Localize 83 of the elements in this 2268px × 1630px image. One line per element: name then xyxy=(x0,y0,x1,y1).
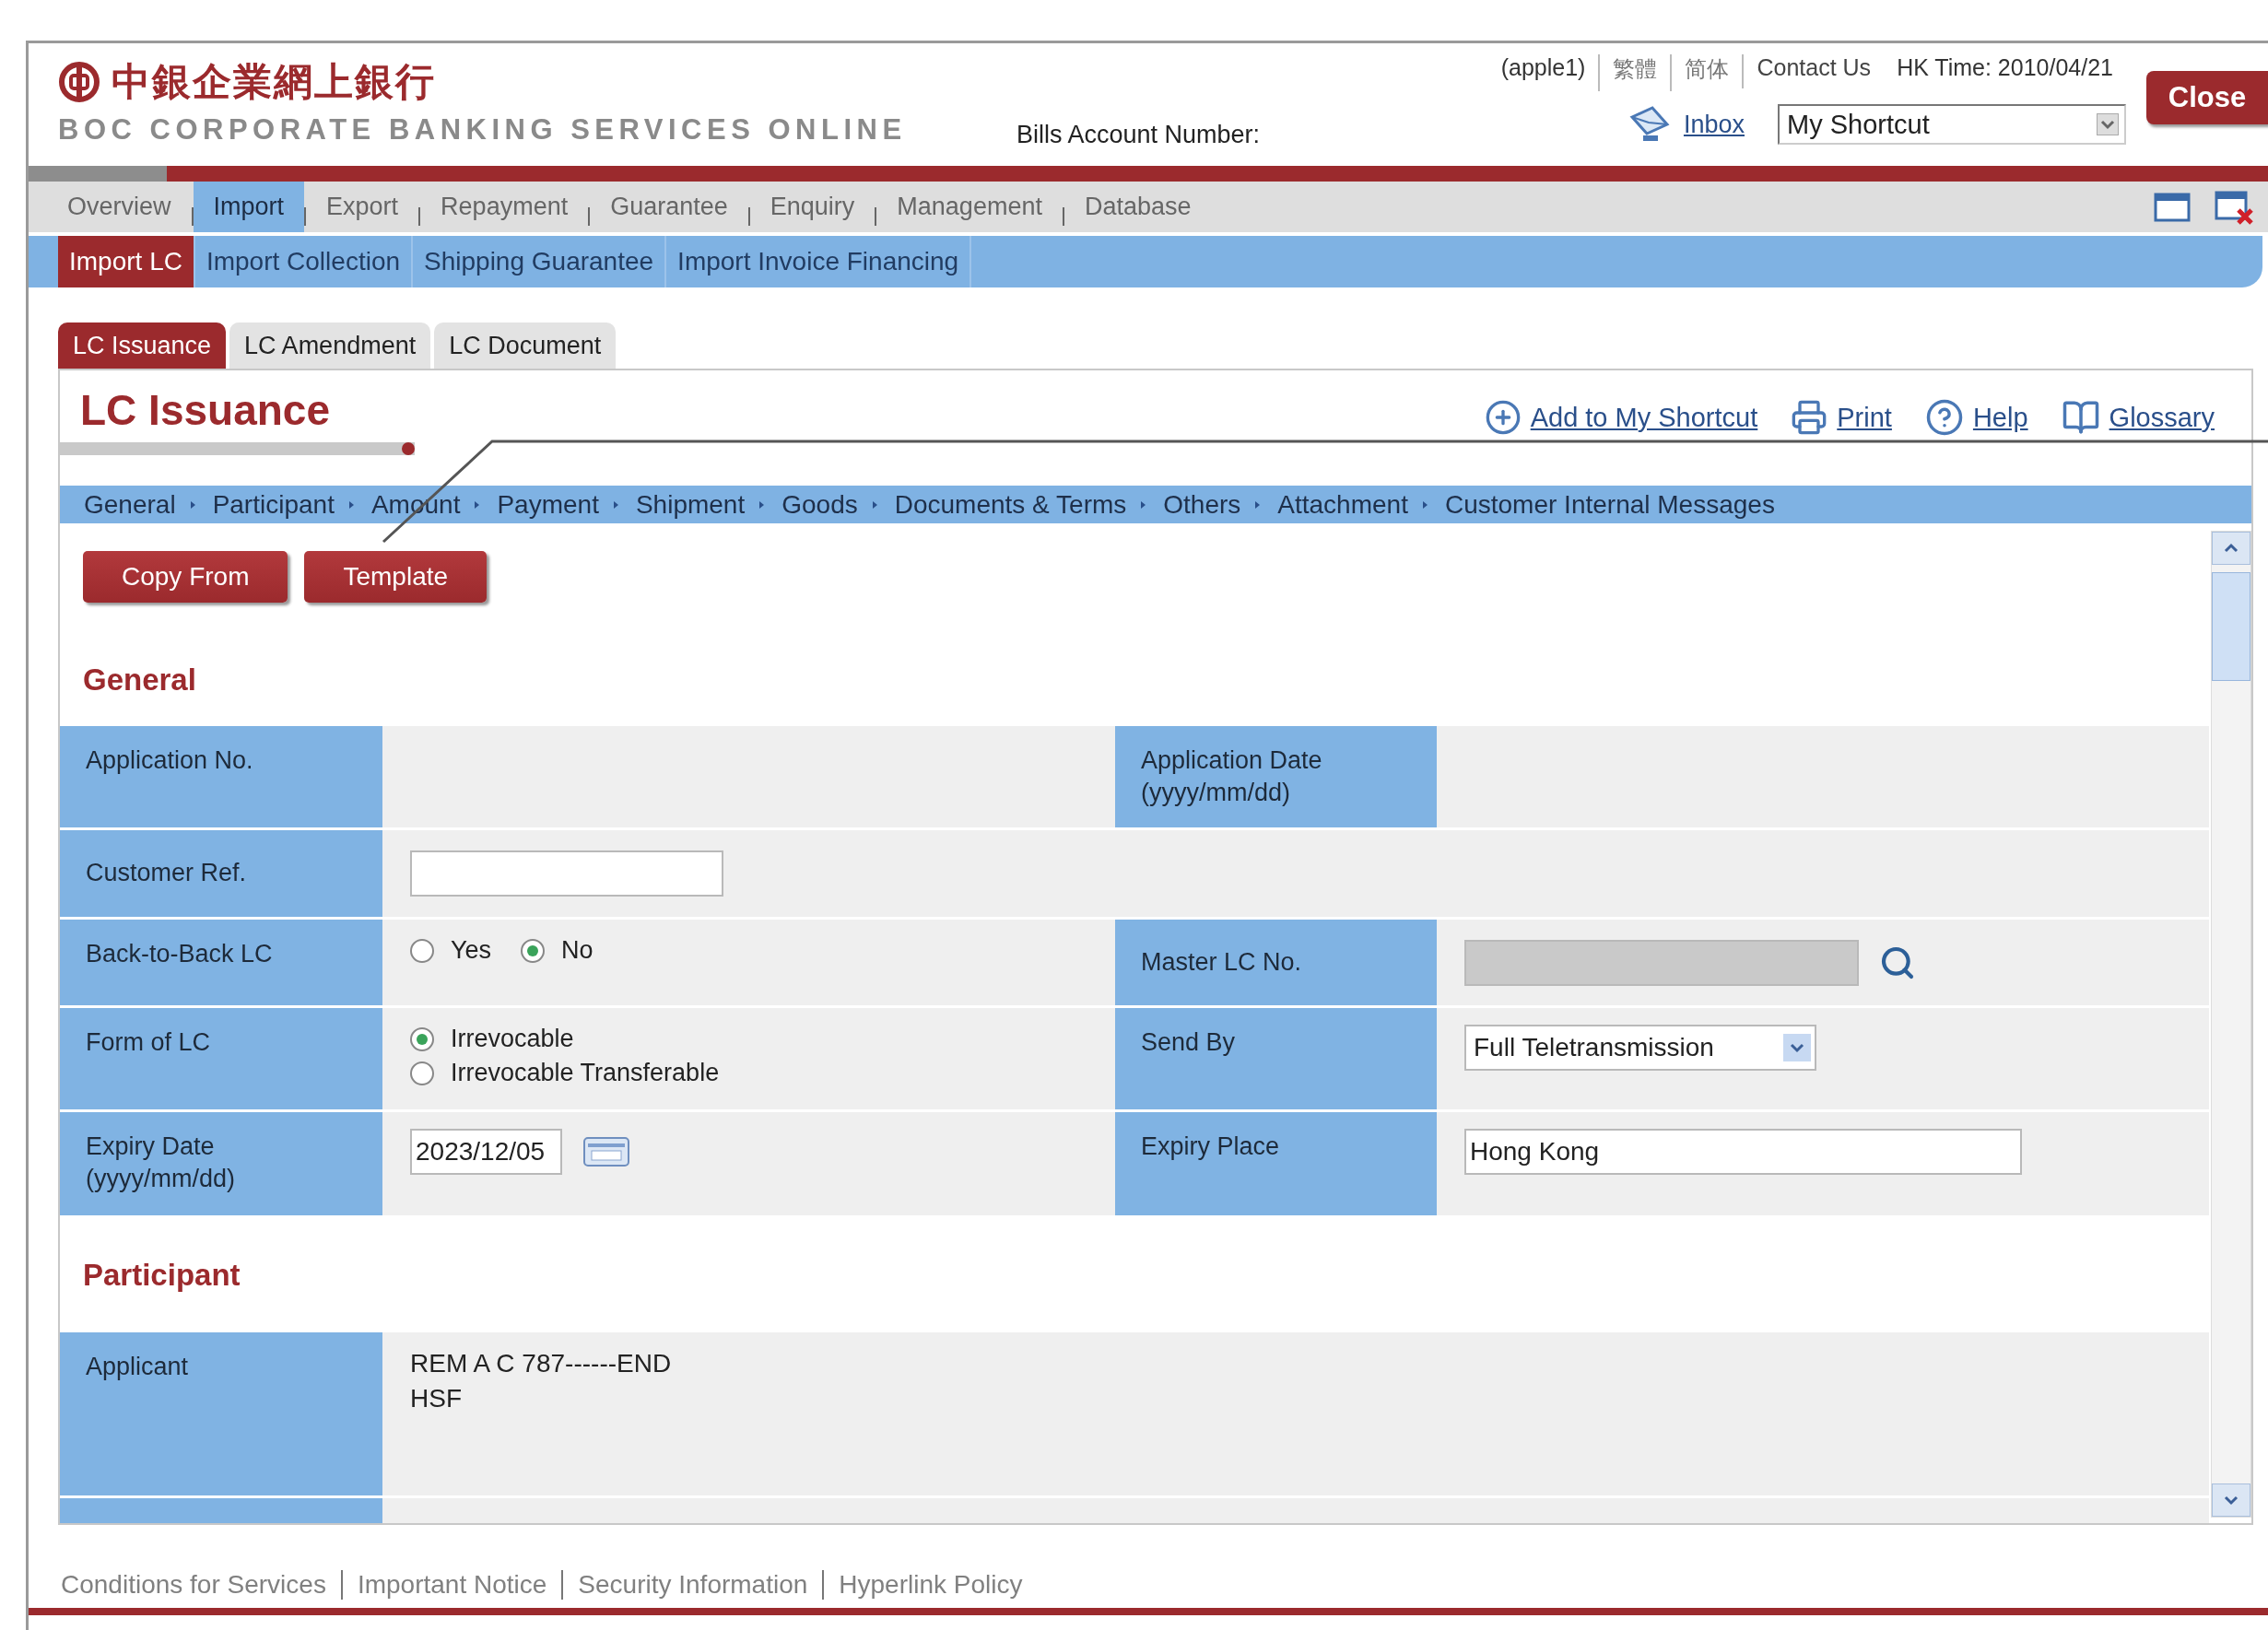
value-text: HSF xyxy=(410,1384,463,1413)
step-link[interactable]: Others xyxy=(1163,489,1241,520)
page-tab[interactable]: LC Issuance xyxy=(58,322,227,369)
scrollbar-thumb[interactable] xyxy=(2212,572,2250,681)
field-label: Expiry Date (yyyy/mm/dd) xyxy=(60,1112,382,1215)
action-link[interactable]: Print xyxy=(1791,398,1892,437)
close-window-icon[interactable] xyxy=(2215,189,2255,225)
step-link[interactable]: Payment xyxy=(497,489,599,520)
field-label: Expiry Place xyxy=(1115,1112,1437,1215)
step-link[interactable]: Customer Internal Messages xyxy=(1444,489,1775,520)
step-link[interactable]: General xyxy=(84,489,176,520)
section-title: General xyxy=(83,663,196,698)
calendar-icon[interactable] xyxy=(582,1136,630,1167)
scrollbar[interactable] xyxy=(2211,531,2251,1518)
step-link[interactable]: Goods xyxy=(781,489,858,520)
inbox-link[interactable]: Inbox xyxy=(1683,110,1745,139)
hk-time: HK Time: 2010/04/21 xyxy=(1896,54,2114,82)
step-link[interactable]: Participant xyxy=(212,489,335,520)
nav-tab[interactable]: Database xyxy=(1063,182,1212,232)
field-label: Customer Ref. xyxy=(60,830,382,917)
radio-label: Irrevocable Transferable xyxy=(451,1059,720,1087)
action-button[interactable]: Copy From xyxy=(83,551,288,603)
logo-subtitle: BOC CORPORATE BANKING SERVICES ONLINE xyxy=(58,113,908,147)
sub-nav-tab[interactable]: Import LC xyxy=(58,236,195,287)
footer-link[interactable]: Important Notice xyxy=(340,1570,562,1600)
logo-text: 中銀企業網上銀行 xyxy=(112,58,436,106)
page-tab[interactable]: LC Amendment xyxy=(229,322,431,369)
page-title: LC Issuance xyxy=(80,385,331,435)
sub-nav-tab[interactable]: Import Collection xyxy=(194,236,414,287)
field-label: Application No. xyxy=(60,726,382,827)
radio-label: Yes xyxy=(451,936,492,965)
date-input[interactable]: 2023/12/05 xyxy=(410,1129,562,1175)
radio-label: No xyxy=(561,936,593,965)
account-label: Bills Account Number: xyxy=(1016,121,1261,149)
text-input[interactable]: Hong Kong xyxy=(1464,1129,2022,1175)
user-name: (apple1) xyxy=(1499,54,1587,82)
printer-icon[interactable] xyxy=(1791,399,1828,436)
select-field[interactable]: Full Teletransmission xyxy=(1464,1025,1816,1071)
nav-tab[interactable]: Enquiry xyxy=(749,182,875,232)
footer-link[interactable]: Hyperlink Policy xyxy=(822,1570,1038,1600)
logo-icon xyxy=(58,61,100,103)
nav-tab[interactable]: Management xyxy=(876,182,1063,232)
contact-link[interactable]: Contact Us xyxy=(1742,54,1885,88)
nav-tab[interactable]: Repayment xyxy=(420,182,589,232)
text-input[interactable] xyxy=(410,850,723,897)
action-link[interactable]: Help xyxy=(1924,398,2028,437)
sub-nav-tab[interactable]: Shipping Guarantee xyxy=(413,236,667,287)
field-label: Send By xyxy=(1115,1008,1437,1109)
help-icon[interactable] xyxy=(1924,398,1964,437)
scroll-down-button[interactable] xyxy=(2212,1483,2250,1517)
close-button[interactable]: Close xyxy=(2146,71,2268,124)
radio-button[interactable] xyxy=(410,1061,434,1085)
action-link[interactable]: Glossary xyxy=(2061,398,2215,437)
step-link[interactable]: Documents & Terms xyxy=(894,489,1127,520)
language-link[interactable]: 繁體 xyxy=(1598,54,1671,91)
step-link[interactable]: Attachment xyxy=(1277,489,1408,520)
field-label: Back-to-Back LC xyxy=(60,920,382,1005)
action-link[interactable]: Add to My Shortcut xyxy=(1484,398,1758,437)
nav-tab[interactable]: Overview xyxy=(47,182,192,232)
field-label: Master LC No. xyxy=(1115,920,1437,1005)
radio-button[interactable] xyxy=(410,938,434,963)
radio-button[interactable] xyxy=(521,938,546,963)
scroll-up-button[interactable] xyxy=(2212,532,2250,565)
add-icon[interactable] xyxy=(1484,399,1522,436)
shortcut-select[interactable]: My Shortcut xyxy=(1778,104,2126,145)
footer-link[interactable]: Conditions for Services xyxy=(61,1570,341,1600)
field-label: Application Date (yyyy/mm/dd) xyxy=(1115,726,1437,827)
nav-tab[interactable]: Export xyxy=(306,182,419,232)
radio-label: Irrevocable xyxy=(451,1025,574,1053)
language-link[interactable]: 简体 xyxy=(1670,54,1743,91)
nav-tab[interactable]: Import xyxy=(193,182,305,232)
page-tab[interactable]: LC Document xyxy=(434,322,617,369)
step-link[interactable]: Shipment xyxy=(635,489,746,520)
action-button[interactable]: Template xyxy=(304,551,488,603)
value-text: REM A C 787------END xyxy=(410,1349,673,1378)
window-icon[interactable] xyxy=(2154,191,2191,223)
field-label: Form of LC xyxy=(60,1008,382,1109)
sub-nav-tab[interactable]: Import Invoice Financing xyxy=(666,236,972,287)
footer-link[interactable]: Security Information xyxy=(561,1570,823,1600)
field-label: Applicant xyxy=(60,1332,382,1495)
nav-tab[interactable]: Guarantee xyxy=(590,182,748,232)
radio-button[interactable] xyxy=(410,1026,434,1051)
section-title: Participant xyxy=(83,1258,241,1293)
